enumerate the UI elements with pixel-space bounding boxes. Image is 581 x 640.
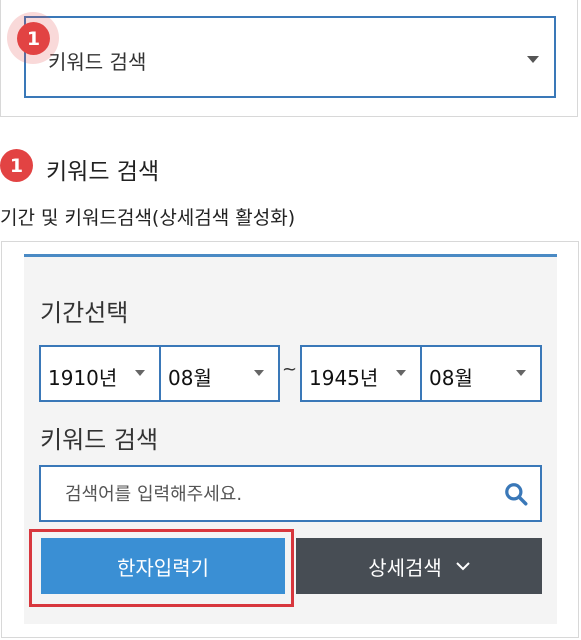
search-form-panel: 기간선택 1910년 08월 ~ 1945년 08월 키워드 검색 검색어를 입… [1,241,579,638]
section-heading: 키워드 검색 [46,159,160,185]
top-panel: 키워드 검색 1 [0,0,578,117]
detail-search-button[interactable]: 상세검색 [296,538,542,594]
keyword-label: 키워드 검색 [40,426,159,454]
step-marker-badge: 1 [17,22,50,55]
caret-down-icon [516,370,526,376]
period-label: 기간선택 [40,299,129,327]
caret-down-icon [527,56,539,63]
start-year-select[interactable]: 1910년 [41,347,159,400]
end-date-group: 1945년 08월 [300,345,542,402]
highlight-box [29,529,294,607]
caret-down-icon [135,370,145,376]
start-date-group: 1910년 08월 [39,345,280,402]
detail-search-label: 상세검색 [368,555,442,580]
date-range-separator: ~ [282,359,298,380]
caret-down-icon [254,370,264,376]
end-month-select[interactable]: 08월 [420,347,540,400]
caret-down-icon [396,370,406,376]
search-form: 기간선택 1910년 08월 ~ 1945년 08월 키워드 검색 검색어를 입… [24,254,557,624]
end-year-value: 1945년 [309,366,379,390]
end-year-select[interactable]: 1945년 [302,347,420,400]
section-marker-badge: 1 [0,149,33,182]
start-month-value: 08월 [168,366,212,390]
search-icon[interactable] [503,481,529,507]
dropdown-selected-label: 키워드 검색 [48,50,147,74]
start-month-select[interactable]: 08월 [159,347,278,400]
end-month-value: 08월 [429,366,473,390]
search-input[interactable] [51,477,491,511]
chevron-down-icon [456,562,470,571]
section-description: 기간 및 키워드검색(상세검색 활성화) [0,207,296,229]
keyword-search-dropdown[interactable]: 키워드 검색 [24,16,556,98]
start-year-value: 1910년 [48,366,118,390]
search-box [39,465,542,522]
